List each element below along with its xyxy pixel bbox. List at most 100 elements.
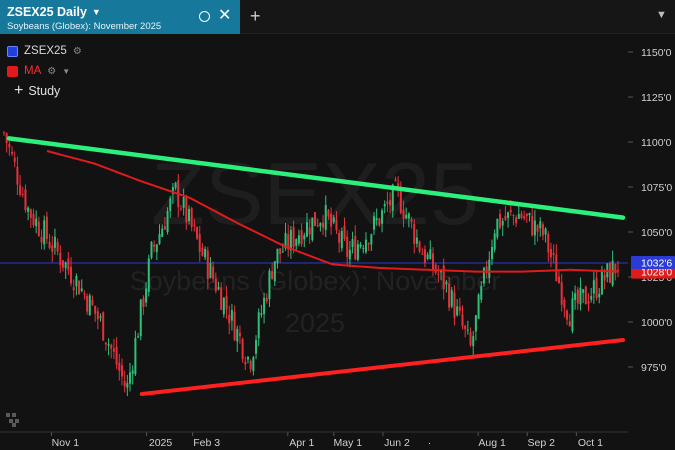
candle-body <box>255 340 258 354</box>
candle-body <box>185 196 188 223</box>
candle <box>142 295 145 315</box>
legend: ZSEX25 ⚙ MA ⚙ ▼ <box>7 41 82 81</box>
candle <box>48 233 51 250</box>
candle <box>592 270 595 304</box>
plus-icon[interactable]: + <box>250 6 261 26</box>
candle-body <box>51 245 54 252</box>
candle-body <box>429 249 432 259</box>
candle-body <box>472 336 475 347</box>
candle <box>490 239 493 266</box>
candle-body <box>21 194 24 196</box>
candle-body <box>576 289 579 304</box>
candle-body <box>531 215 534 236</box>
candle-body <box>263 297 266 315</box>
candle-body <box>27 207 30 212</box>
candle-body <box>295 239 298 246</box>
candle <box>43 215 46 250</box>
chevron-down-icon[interactable]: ▼ <box>92 7 101 17</box>
candle <box>236 325 239 352</box>
candle-body <box>230 310 233 321</box>
candle-body <box>305 222 308 237</box>
time-axis[interactable]: Nov 1 2025 Feb 3 Apr 1 May 1 Jun 2 Aug 1 Sep 2 O… <box>0 431 628 449</box>
candle-body <box>566 310 569 320</box>
candle <box>560 273 563 312</box>
candle <box>24 184 27 213</box>
y-tick-label: 1150'0 <box>641 47 672 59</box>
candle <box>576 286 579 310</box>
candle <box>61 260 64 272</box>
candle-body <box>61 260 64 268</box>
candle-body <box>539 221 542 229</box>
candle-body <box>533 220 536 236</box>
candle <box>126 374 129 397</box>
candle-body <box>523 216 526 219</box>
candle-body <box>558 276 561 284</box>
legend-ma-row[interactable]: MA ⚙ ▼ <box>7 61 82 81</box>
candle <box>608 261 611 284</box>
chevron-down-icon[interactable]: ▼ <box>656 9 667 21</box>
candle-body <box>257 312 260 339</box>
candle <box>37 216 40 237</box>
candle-body <box>536 225 539 232</box>
candle-body <box>373 216 376 230</box>
candle-body <box>8 144 11 148</box>
candle <box>80 279 83 293</box>
circle-icon[interactable] <box>199 11 210 22</box>
candle-body <box>324 205 327 230</box>
close-icon[interactable]: ✕ <box>218 6 231 26</box>
candle <box>72 279 75 298</box>
add-study-button[interactable]: + Study <box>14 83 60 99</box>
gear-icon[interactable]: ⚙ <box>73 46 82 57</box>
candle <box>104 342 107 351</box>
gear-icon[interactable]: ⚙ <box>47 66 56 77</box>
caret-down-icon[interactable]: ▼ <box>62 67 70 76</box>
candle <box>19 174 22 197</box>
candle-body <box>364 239 367 253</box>
x-tick-label: Nov 1 <box>52 437 80 449</box>
candle-body <box>450 290 453 307</box>
candle <box>107 338 110 356</box>
lower-trendline[interactable] <box>139 338 625 396</box>
candle-body <box>48 241 51 249</box>
candle-body <box>212 266 215 279</box>
candle-body <box>426 254 429 259</box>
candle <box>338 229 341 253</box>
candle-body <box>241 338 244 360</box>
candle-body <box>445 281 448 285</box>
candle-body <box>193 224 196 226</box>
candle-body <box>563 299 566 308</box>
candle-body <box>37 221 40 236</box>
candle-body <box>220 287 223 310</box>
candle-body <box>308 227 311 235</box>
candle-body <box>458 306 461 311</box>
candle-body <box>544 228 547 235</box>
candle <box>584 285 587 305</box>
candle <box>499 209 502 230</box>
legend-symbol-row[interactable]: ZSEX25 ⚙ <box>7 41 82 61</box>
candle-body <box>375 218 378 221</box>
candle <box>378 217 381 227</box>
candle-body <box>13 157 16 162</box>
candle <box>222 297 225 318</box>
candle <box>56 238 59 256</box>
candle-body <box>378 218 381 226</box>
price-chart[interactable]: ZSEX25 Soybeans (Globex): November 2025 … <box>0 34 675 450</box>
tab-subtitle: Soybeans (Globex): November 2025 <box>7 21 162 32</box>
candle-body <box>590 296 593 300</box>
candle-body <box>507 212 510 219</box>
candle-body <box>362 247 365 249</box>
candle <box>32 208 35 228</box>
candle-body <box>587 301 590 304</box>
candle-body <box>222 297 225 315</box>
candle-body <box>402 209 405 219</box>
candle-body <box>102 312 105 341</box>
candle-body <box>421 253 424 255</box>
candle-body <box>271 271 274 279</box>
chart-tab[interactable]: ZSEX25 Daily ▼ Soybeans (Globex): Novemb… <box>0 0 240 34</box>
candle-body <box>174 182 177 189</box>
price-axis[interactable]: 1150'01125'01100'01075'01050'01025'01000… <box>628 47 672 374</box>
candle <box>75 273 78 296</box>
candle-body <box>600 269 603 295</box>
candle-body <box>367 243 370 245</box>
candle-body <box>501 220 504 226</box>
